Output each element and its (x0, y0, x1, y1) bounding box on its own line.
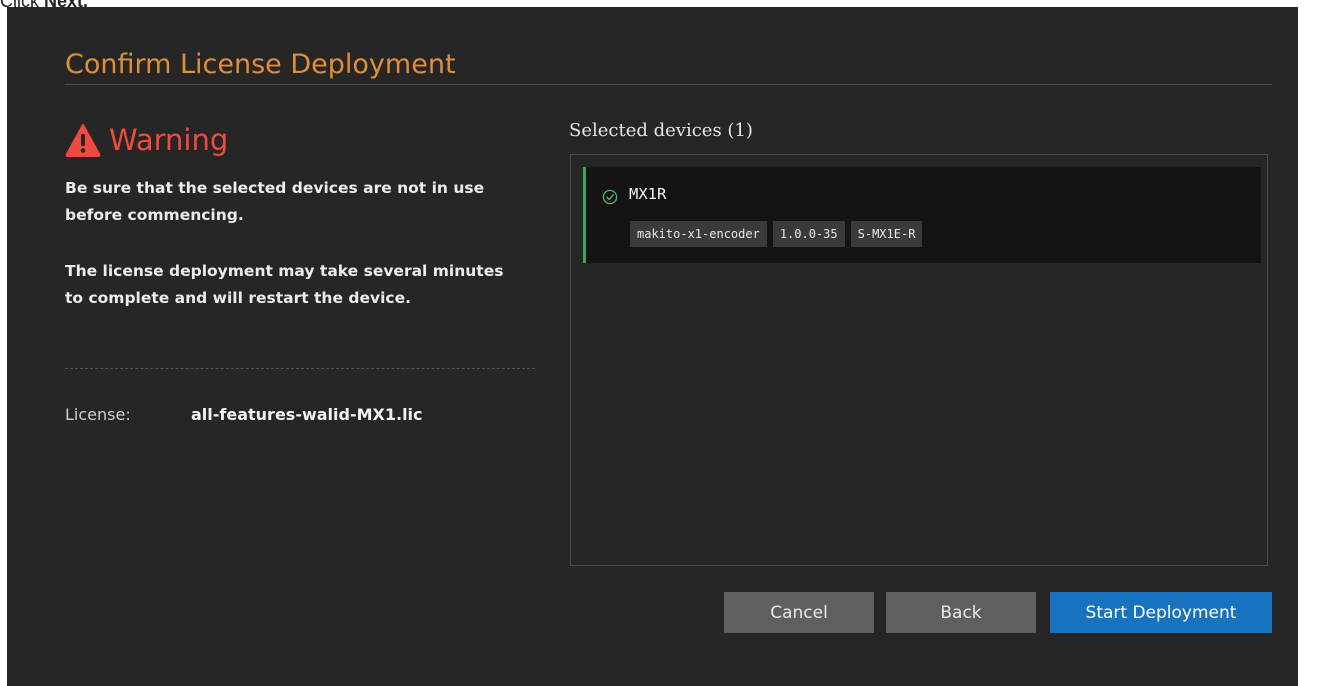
device-model-tag: S-MX1E-R (850, 221, 923, 247)
warning-message-in-use: Be sure that the selected devices are no… (65, 179, 485, 224)
check-circle-icon (602, 189, 618, 205)
back-button[interactable]: Back (886, 592, 1036, 633)
title-divider (65, 84, 1272, 85)
warning-heading: Warning (65, 120, 228, 160)
device-version-tag: 1.0.0-35 (772, 221, 845, 247)
selected-devices-title: Selected devices (1) (569, 120, 753, 141)
warning-triangle-icon (65, 124, 101, 157)
warning-label: Warning (109, 123, 229, 157)
license-filename: all-features-walid-MX1.lic (191, 405, 423, 424)
start-deployment-button[interactable]: Start Deployment (1050, 592, 1272, 633)
device-row[interactable]: MX1R makito-x1-encoder 1.0.0-35 S-MX1E-R (583, 167, 1261, 263)
section-divider (65, 368, 535, 369)
cancel-button[interactable]: Cancel (724, 592, 874, 633)
device-tags: makito-x1-encoder 1.0.0-35 S-MX1E-R (630, 221, 923, 247)
device-type-tag: makito-x1-encoder (630, 221, 767, 247)
dialog-title: Confirm License Deployment (65, 49, 456, 80)
selected-devices-list[interactable]: MX1R makito-x1-encoder 1.0.0-35 S-MX1E-R (570, 154, 1268, 566)
confirm-license-dialog: Confirm License Deployment Warning Be su… (7, 7, 1298, 686)
license-label: License: (65, 405, 131, 424)
device-name: MX1R (629, 185, 667, 203)
warning-message-restart: The license deployment may take several … (65, 262, 504, 307)
